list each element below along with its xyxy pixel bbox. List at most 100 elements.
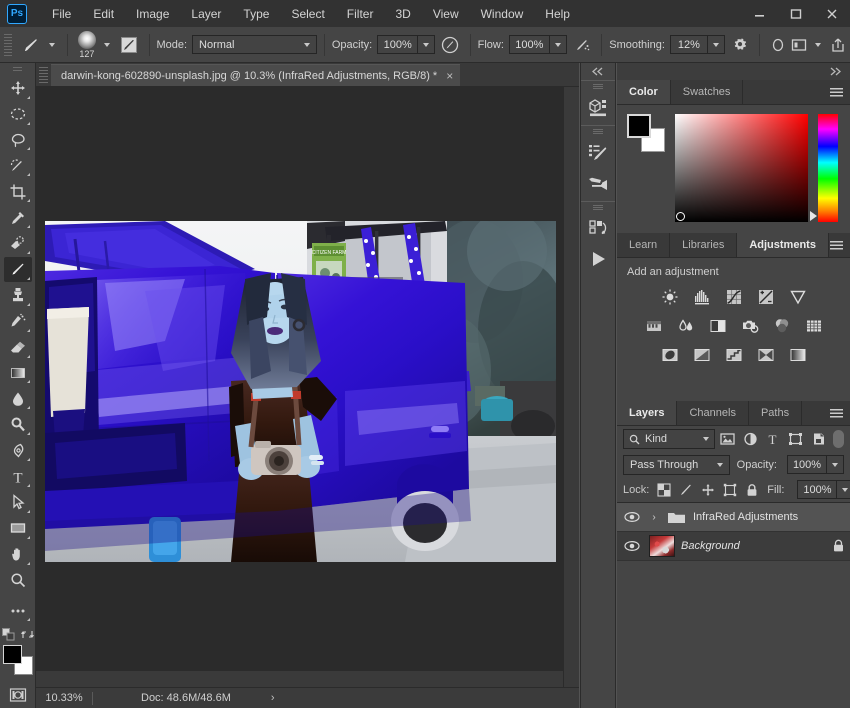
status-expand-arrow-icon[interactable]: ›	[271, 692, 275, 704]
path-selection-tool[interactable]	[4, 490, 32, 515]
tab-color[interactable]: Color	[617, 80, 671, 104]
exposure-icon[interactable]	[756, 287, 776, 307]
canvas-horizontal-scrollbar[interactable]	[36, 671, 579, 687]
tab-swatches[interactable]: Swatches	[670, 80, 744, 104]
rectangle-tool[interactable]	[4, 516, 32, 541]
tab-libraries[interactable]: Libraries	[670, 233, 738, 257]
brush-tool-icon[interactable]	[16, 32, 44, 58]
lasso-tool[interactable]	[4, 128, 32, 153]
menu-filter[interactable]: Filter	[336, 3, 385, 25]
threshold-icon[interactable]	[724, 345, 744, 365]
gear-icon[interactable]	[728, 32, 752, 58]
color-balance-icon[interactable]	[676, 316, 696, 336]
brush-tool-dropdown-caret[interactable]	[45, 32, 60, 58]
foreground-color-swatch[interactable]	[2, 645, 22, 665]
menu-select[interactable]: Select	[280, 3, 335, 25]
flow-dropdown-caret[interactable]	[549, 35, 567, 54]
filter-smart-object-icon[interactable]	[809, 429, 828, 449]
menu-layer[interactable]: Layer	[180, 3, 232, 25]
menu-file[interactable]: File	[41, 3, 82, 25]
clone-stamp-tool[interactable]	[4, 283, 32, 308]
close-icon[interactable]: ×	[446, 70, 453, 82]
brush-settings-icon[interactable]	[581, 136, 615, 167]
3d-panel-icon[interactable]	[581, 91, 615, 122]
brush-presets-icon[interactable]	[581, 167, 615, 198]
foreground-color-swatch[interactable]	[627, 114, 651, 138]
history-panel-icon[interactable]	[581, 212, 615, 243]
vibrance-icon[interactable]	[788, 287, 808, 307]
filter-pixel-icon[interactable]	[719, 429, 738, 449]
lock-transparency-icon[interactable]	[657, 482, 671, 498]
blend-mode-select[interactable]: Normal	[192, 35, 317, 54]
collapse-panels-icon[interactable]	[581, 63, 615, 80]
curves-icon[interactable]	[724, 287, 744, 307]
layer-name[interactable]: Background	[681, 540, 820, 552]
maximize-icon[interactable]	[778, 0, 814, 27]
rail-group-grip[interactable]	[593, 84, 603, 89]
tab-adjustments[interactable]: Adjustments	[737, 233, 829, 257]
hand-tool[interactable]	[4, 542, 32, 567]
brush-settings-panel-icon[interactable]	[117, 32, 141, 58]
smoothing-input[interactable]: 12%	[669, 35, 708, 54]
layer-visibility-icon[interactable]	[621, 511, 643, 523]
history-brush-tool[interactable]	[4, 309, 32, 334]
eraser-tool[interactable]	[4, 335, 32, 360]
brush-angle-icon[interactable]	[767, 32, 788, 58]
flow-input[interactable]: 100%	[508, 35, 550, 54]
opacity-input[interactable]: 100%	[377, 35, 419, 54]
tools-panel-grip[interactable]	[13, 67, 22, 73]
gradient-tool[interactable]	[4, 361, 32, 386]
quick-mask-mode-icon[interactable]	[4, 682, 32, 707]
color-lookup-icon[interactable]	[804, 316, 824, 336]
share-icon[interactable]	[826, 32, 850, 58]
brush-tool[interactable]	[3, 256, 32, 282]
options-bar-grip[interactable]	[4, 33, 13, 56]
panel-menu-icon[interactable]	[830, 233, 843, 258]
zoom-level-field[interactable]: 10.33%	[36, 692, 92, 704]
filter-adjustment-icon[interactable]	[741, 429, 760, 449]
quick-selection-tool[interactable]	[4, 153, 32, 178]
layer-blend-mode-select[interactable]: Pass Through	[623, 454, 730, 475]
group-disclosure-icon[interactable]: ›	[649, 512, 659, 523]
lock-position-icon[interactable]	[701, 482, 715, 498]
pen-tool[interactable]	[4, 438, 32, 463]
layer-filter-kind-select[interactable]: Kind	[623, 429, 715, 449]
menu-window[interactable]: Window	[470, 3, 535, 25]
lock-artboard-icon[interactable]	[723, 482, 737, 498]
pressure-opacity-icon[interactable]	[438, 32, 462, 58]
canvas-area[interactable]: CITIZEN FARM	[36, 87, 579, 687]
lock-all-icon[interactable]	[745, 482, 759, 498]
layer-visibility-icon[interactable]	[621, 540, 643, 552]
symmetry-dropdown-caret[interactable]	[811, 32, 826, 58]
eyedropper-tool[interactable]	[4, 205, 32, 230]
panel-menu-icon[interactable]	[830, 401, 843, 426]
layer-fill-caret[interactable]	[837, 480, 850, 499]
spot-healing-brush-tool[interactable]	[4, 231, 32, 256]
panel-menu-icon[interactable]	[830, 80, 843, 105]
layer-thumbnail[interactable]	[649, 535, 675, 557]
menu-help[interactable]: Help	[534, 3, 581, 25]
crop-tool[interactable]	[4, 179, 32, 204]
channel-mixer-icon[interactable]	[772, 316, 792, 336]
gradient-map-icon[interactable]	[788, 345, 808, 365]
posterize-icon[interactable]	[692, 345, 712, 365]
hue-ramp[interactable]	[810, 114, 838, 222]
hue-saturation-icon[interactable]	[644, 316, 664, 336]
expand-panels-icon[interactable]	[617, 63, 850, 80]
symmetry-icon[interactable]	[788, 32, 811, 58]
brightness-contrast-icon[interactable]	[660, 287, 680, 307]
minimize-icon[interactable]	[742, 0, 778, 27]
filter-type-icon[interactable]: T	[764, 429, 783, 449]
close-icon[interactable]	[814, 0, 850, 27]
layer-opacity-input[interactable]: 100%	[787, 455, 827, 474]
blur-tool[interactable]	[4, 386, 32, 411]
filter-enable-toggle[interactable]	[833, 430, 844, 448]
invert-icon[interactable]	[660, 345, 680, 365]
menu-image[interactable]: Image	[125, 3, 180, 25]
table-row[interactable]: Background	[617, 532, 850, 561]
black-white-icon[interactable]	[708, 316, 728, 336]
lock-image-icon[interactable]	[679, 482, 693, 498]
layer-fill-input[interactable]: 100%	[797, 480, 838, 499]
filter-shape-icon[interactable]	[786, 429, 805, 449]
move-tool[interactable]	[4, 76, 32, 101]
